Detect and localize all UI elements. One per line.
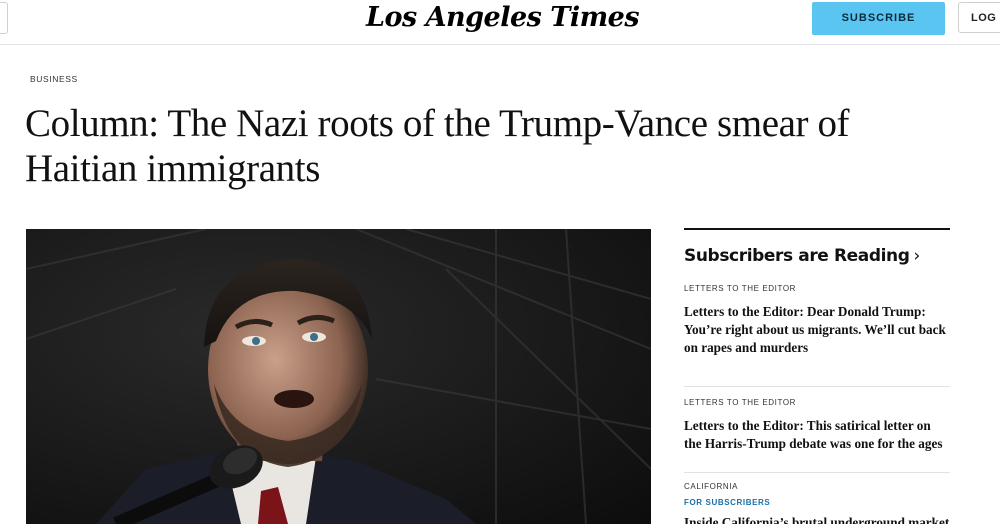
sidebar-heading-text: Subscribers are Reading [684,246,910,266]
sidebar-story[interactable]: LETTERS TO THE EDITOR Letters to the Edi… [684,386,950,453]
sidebar-heading-link[interactable]: Subscribers are Reading › [684,246,920,266]
story-kicker[interactable]: LETTERS TO THE EDITOR [684,284,950,294]
story-kicker[interactable]: LETTERS TO THE EDITOR [684,398,950,408]
article-headline: Column: The Nazi roots of the Trump-Vanc… [25,102,850,190]
sidebar-story[interactable]: LETTERS TO THE EDITOR Letters to the Edi… [684,284,950,357]
site-logo[interactable]: Los Angeles Times [366,0,640,38]
story-title-link[interactable]: Letters to the Editor: Dear Donald Trump… [684,303,950,357]
story-title-link[interactable]: Letters to the Editor: This satirical le… [684,417,950,453]
subscribers-reading-sidebar: Subscribers are Reading › LETTERS TO THE … [684,228,950,524]
story-kicker[interactable]: CALIFORNIA [684,482,950,492]
subscriber-badge: FOR SUBSCRIBERS [684,498,771,507]
section-label[interactable]: BUSINESS [30,74,78,84]
login-button[interactable]: LOG IN [958,2,1000,33]
sidebar-story[interactable]: CALIFORNIA FOR SUBSCRIBERS Inside Califo… [684,472,950,524]
story-title-link[interactable]: Inside California’s brutal underground m… [684,514,950,524]
menu-button[interactable] [0,2,8,34]
hero-image [26,229,651,524]
site-header: Los Angeles Times SUBSCRIBE LOG IN [0,0,1000,45]
chevron-right-icon: › [913,246,921,266]
hero-photo-illustration [26,229,651,524]
subscribe-button[interactable]: SUBSCRIBE [812,2,945,35]
